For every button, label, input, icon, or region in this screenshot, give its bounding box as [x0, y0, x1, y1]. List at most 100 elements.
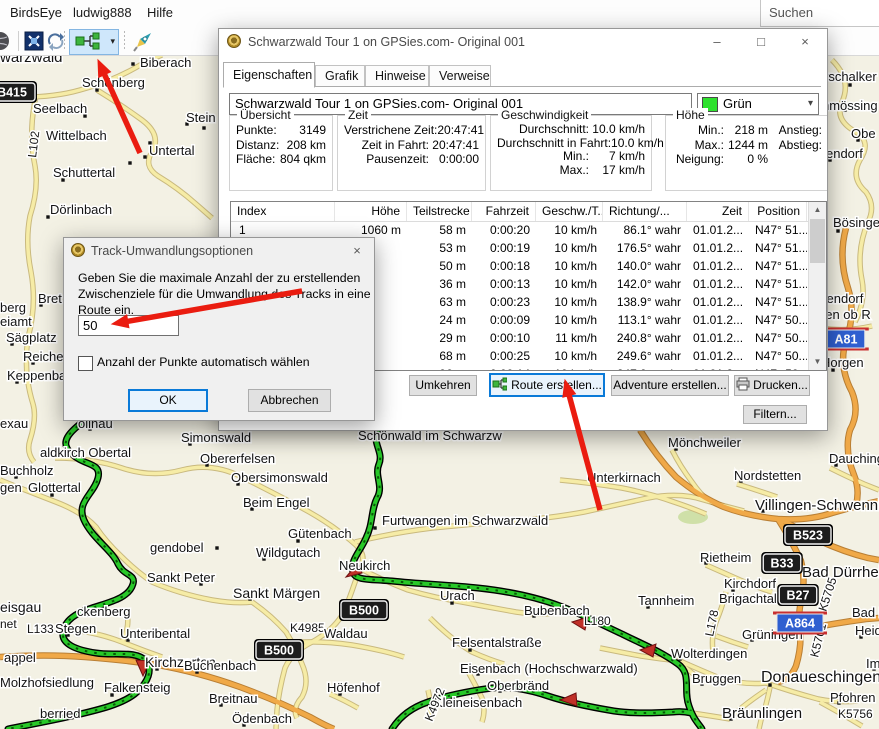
print-button[interactable]: Drucken... [734, 375, 810, 396]
table-cell: 10 km/h [536, 221, 603, 239]
map-label: Schönberg [82, 75, 145, 90]
table-cell: 29 m [407, 329, 472, 347]
dialog-titlebar[interactable]: Track-Umwandlungsoptionen × [64, 238, 374, 262]
map-label: eiamt [0, 314, 32, 329]
minimize-button[interactable]: – [695, 29, 739, 54]
menu-ludwig888[interactable]: ludwig888 [73, 5, 132, 20]
map-label: Sankt Peter [147, 570, 216, 585]
column-header[interactable]: Höhe [335, 202, 407, 221]
search-input[interactable]: Suchen [760, 0, 879, 27]
track-name-input[interactable]: Schwarzwald Tour 1 on GPSies.com- Origin… [229, 93, 692, 115]
map-label: Simonswald [181, 430, 251, 445]
map-label: Bösingen [833, 215, 879, 230]
tab-strip: EigenschaftenGrafikHinweiseVerweise [223, 62, 821, 87]
map-label: Buchholz [0, 463, 53, 478]
map-label: Furtwangen im Schwarzwald [382, 513, 548, 528]
cancel-button[interactable]: Abbrechen [248, 389, 331, 412]
map-label: Waldau [324, 626, 368, 641]
table-cell: 01.01.2... [687, 311, 749, 329]
checkbox-label: Anzahl der Punkte automatisch wählen [97, 355, 310, 369]
column-header[interactable]: Richtung/... [603, 202, 687, 221]
close-button[interactable]: × [783, 29, 827, 54]
tab-eigenschaften[interactable]: Eigenschaften [223, 62, 315, 88]
max-waypoints-input[interactable]: 50 [78, 315, 179, 336]
map-label: Keppenba [7, 368, 67, 383]
table-cell: 247.9° wahr [603, 365, 687, 370]
map-label: Urach [440, 588, 475, 603]
column-header[interactable]: Index [231, 202, 335, 221]
scroll-up-icon[interactable]: ▲ [809, 202, 826, 218]
create-route-button[interactable]: Route erstellen... [489, 373, 605, 397]
route-icon [492, 377, 507, 391]
maximize-button[interactable]: □ [739, 29, 783, 54]
svg-text:B500: B500 [349, 604, 379, 618]
tab-grafik[interactable]: Grafik [315, 65, 365, 86]
track-color-select[interactable]: Grün ▾ [697, 93, 819, 115]
map-label: Nordstetten [734, 468, 801, 483]
stat-row: Min.:7 km/h [497, 150, 645, 164]
globe-icon[interactable] [0, 30, 14, 52]
column-header[interactable]: Fahrzeit [472, 202, 536, 221]
map-label: Kleineisenbach [434, 695, 522, 710]
road-shield: B500 [339, 599, 389, 621]
road-shield: B523 [783, 524, 833, 546]
column-header[interactable]: Position [749, 202, 807, 221]
map-label: rschalker [824, 69, 877, 84]
rocket-icon[interactable] [131, 30, 153, 52]
create-route-toolbar-button[interactable]: ▾ [69, 29, 119, 55]
column-header[interactable]: Geschw./T... [536, 202, 603, 221]
column-header[interactable]: Teilstrecke [407, 202, 472, 221]
map-label: hmössing [822, 98, 878, 113]
zoom-to-selection-icon[interactable] [23, 30, 45, 52]
map-label: aldkirch Obertal [40, 445, 131, 460]
application-window: warzwaldBiberachSchönbergSeelbachSteinWi… [0, 0, 879, 729]
scroll-down-icon[interactable]: ▼ [809, 354, 826, 370]
table-cell: 01.01.2... [687, 347, 749, 365]
table-cell: N47° 51... [749, 239, 807, 257]
table-cell: 138.9° wahr [603, 293, 687, 311]
menu-birdseye[interactable]: BirdsEye [10, 5, 62, 20]
message-line: Geben Sie die maximale Anzahl der zu ers… [78, 270, 371, 286]
filter-button[interactable]: Filtern... [743, 405, 807, 424]
close-button[interactable]: × [340, 238, 374, 263]
scroll-thumb[interactable] [810, 219, 825, 263]
auto-points-checkbox[interactable] [78, 356, 93, 371]
column-header[interactable]: Zeit [687, 202, 749, 221]
menu-hilfe[interactable]: Hilfe [147, 5, 173, 20]
route-dropdown-arrow-icon[interactable]: ▾ [110, 36, 115, 47]
map-label: Wolterdingen [671, 646, 747, 661]
table-cell: 10 km/h [536, 347, 603, 365]
stat-row: Durchschnitt:10.0 km/h [497, 123, 645, 137]
map-label: Obersimonswald [231, 470, 328, 485]
map-label: Unterkirnach [587, 470, 661, 485]
table-header[interactable]: IndexHöheTeilstreckeFahrzeitGeschw./T...… [231, 202, 826, 222]
table-cell: N47° 50... [749, 329, 807, 347]
elevation-groupbox: Höhe Min.:218 mAnstieg:4Max.:1244 mAbsti… [665, 115, 828, 191]
map-label: gen [0, 480, 22, 495]
ok-button[interactable]: OK [128, 389, 208, 412]
vertical-scrollbar[interactable]: ▲ ▼ [808, 202, 826, 370]
road-shield: B415 [0, 81, 37, 103]
stat-row: Durchschnitt in Fahrt:10.0 km/h [497, 137, 645, 151]
map-label: Sankt Märgen [233, 585, 320, 601]
map-label: Bad Dürrheim [852, 605, 879, 620]
map-label: Obererfelsen [200, 451, 275, 466]
svg-text:B27: B27 [787, 589, 810, 603]
stat-row: Max.:17 km/h [497, 164, 645, 178]
reverse-button[interactable]: Umkehren [409, 375, 477, 396]
road-shield: B27 [777, 584, 819, 606]
tab-verweise[interactable]: Verweise [429, 65, 491, 86]
table-cell: 01.01.2... [687, 239, 749, 257]
table-cell: 01.01.2... [687, 275, 749, 293]
road-shield: A81 [823, 329, 869, 349]
create-adventure-button[interactable]: Adventure erstellen... [611, 375, 729, 396]
time-groupbox: Zeit Verstrichene Zeit:20:47:41Zeit in F… [337, 115, 486, 191]
map-label: Brigachtal [719, 591, 777, 606]
table-cell: 140.0° wahr [603, 257, 687, 275]
table-cell: 249.6° wahr [603, 347, 687, 365]
dialog-titlebar[interactable]: Schwarzwald Tour 1 on GPSies.com- Origin… [219, 29, 827, 54]
tab-hinweise[interactable]: Hinweise [365, 65, 429, 86]
map-label: Kirchdorf [724, 576, 776, 591]
table-cell: 0:00:18 [472, 257, 536, 275]
map-label: exau [0, 416, 28, 431]
